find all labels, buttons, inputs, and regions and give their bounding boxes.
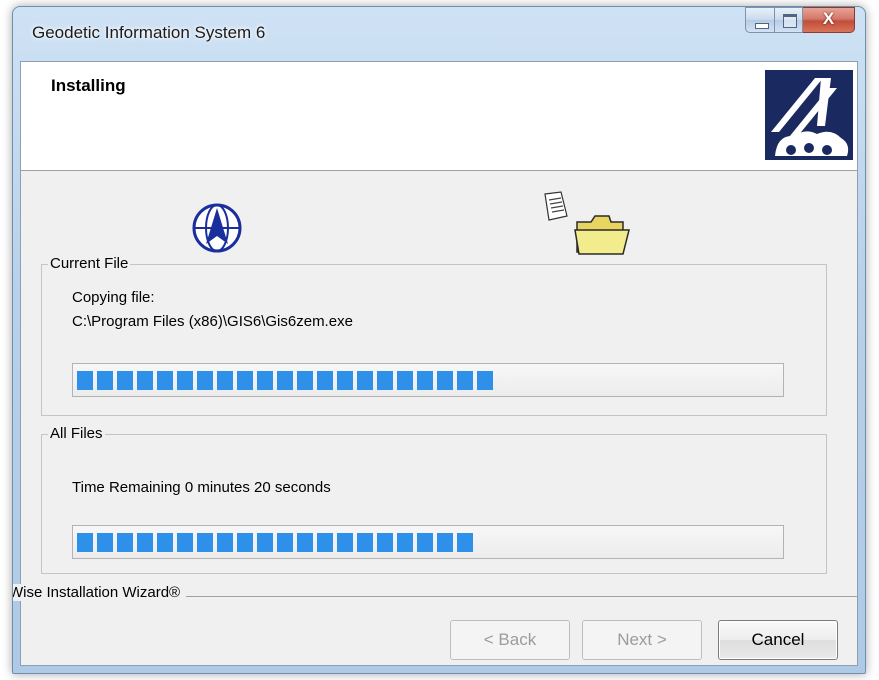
- header-panel: Installing: [21, 62, 857, 171]
- current-file-progress-fill: [77, 371, 493, 390]
- close-button[interactable]: X: [803, 7, 855, 33]
- all-files-progress-bar: [72, 525, 784, 559]
- window-title: Geodetic Information System 6: [32, 23, 266, 42]
- current-file-progress-bar: [72, 363, 784, 397]
- globe-icon: [192, 203, 242, 253]
- minimize-button[interactable]: [745, 7, 775, 33]
- wizard-brand-label: Wise Installation Wizard®: [13, 584, 187, 601]
- folder-icon: [574, 215, 630, 255]
- time-remaining-label: Time Remaining 0 minutes 20 seconds: [72, 479, 331, 496]
- dialog-body: Installing Current File Copying file: C:…: [13, 61, 858, 666]
- current-file-legend: Current File: [48, 255, 131, 272]
- all-files-group: All Files Time Remaining 0 minutes 20 se…: [41, 425, 827, 574]
- document-icon: [544, 191, 568, 221]
- gis-logo-icon: [765, 70, 853, 160]
- current-file-path: C:\Program Files (x86)\GIS6\Gis6zem.exe: [72, 313, 353, 330]
- installer-window: Geodetic Information System 6 X Installi…: [12, 6, 866, 674]
- minimize-icon: [755, 23, 769, 29]
- maximize-button[interactable]: [775, 7, 803, 33]
- close-icon: X: [822, 9, 835, 28]
- all-files-progress-fill: [77, 533, 473, 552]
- all-files-legend: All Files: [48, 425, 105, 442]
- back-button[interactable]: < Back: [450, 620, 570, 660]
- current-file-group: Current File Copying file: C:\Program Fi…: [41, 255, 827, 416]
- cancel-button[interactable]: Cancel: [718, 620, 838, 660]
- next-button[interactable]: Next >: [582, 620, 702, 660]
- page-title: Installing: [51, 76, 126, 95]
- maximize-icon: [783, 14, 797, 28]
- title-bar[interactable]: Geodetic Information System 6 X: [13, 7, 865, 61]
- caption-buttons: X: [745, 7, 855, 33]
- copying-label: Copying file:: [72, 289, 155, 306]
